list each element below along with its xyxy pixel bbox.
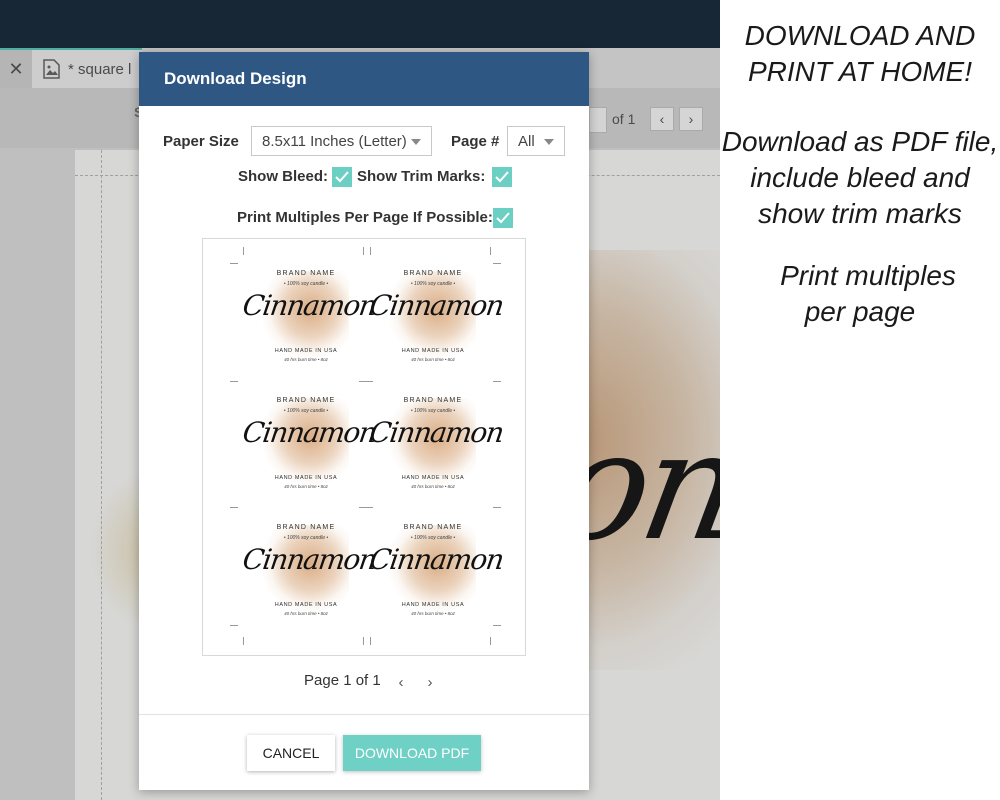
checkmark-icon <box>496 212 510 224</box>
label-made-in: HAND MADE IN USA <box>401 602 465 608</box>
paper-size-value: 8.5x11 Inches (Letter) <box>262 132 407 150</box>
trim-mark <box>493 263 501 264</box>
label-product-name: Cinnamon <box>367 289 505 322</box>
chevron-right-icon[interactable]: › <box>421 672 439 692</box>
label-burn-time: 40 hrs burn time • 8oz <box>411 611 455 616</box>
page-number-value: All <box>518 132 535 150</box>
show-trim-marks-label: Show Trim Marks: <box>357 168 486 185</box>
label-soy-note: • 100% soy candle • <box>410 535 456 541</box>
label-product-name: Cinnamon <box>240 416 378 449</box>
label-soy-note: • 100% soy candle • <box>283 408 329 414</box>
label-product-name: Cinnamon <box>367 416 505 449</box>
trim-mark <box>493 625 501 626</box>
label-made-in: HAND MADE IN USA <box>274 348 338 354</box>
promo-line: PRINT AT HOME! <box>748 56 972 87</box>
checkmark-icon <box>495 171 509 183</box>
page-number-label: Page # <box>451 133 500 150</box>
label-brand-name: BRAND NAME <box>276 397 336 404</box>
label-brand-name: BRAND NAME <box>276 270 336 277</box>
label-product-name: Cinnamon <box>367 543 505 576</box>
trim-mark <box>230 507 238 508</box>
promo-line: Download as PDF file, <box>721 126 999 157</box>
trim-mark <box>359 507 373 508</box>
label-soy-note: • 100% soy candle • <box>410 408 456 414</box>
page-number-select[interactable]: All <box>507 126 565 156</box>
promo-panel: DOWNLOAD AND PRINT AT HOME! Download as … <box>720 0 1000 800</box>
label-brand-name: BRAND NAME <box>276 524 336 531</box>
trim-mark <box>230 263 238 264</box>
preview-page-label: Page 1 of 1 <box>304 672 381 689</box>
promo-line: show trim marks <box>758 198 962 229</box>
label-thumbnail: BRAND NAME • 100% soy candle • Cinnamon HAN… <box>367 507 505 633</box>
show-bleed-label: Show Bleed: <box>238 168 329 185</box>
preview-pager: Page 1 of 1 ‹ › <box>139 672 589 694</box>
trim-mark <box>490 637 491 645</box>
label-brand-name: BRAND NAME <box>403 397 463 404</box>
promo-line: DOWNLOAD AND <box>744 20 976 51</box>
label-burn-time: 40 hrs burn time • 8oz <box>411 357 455 362</box>
label-made-in: HAND MADE IN USA <box>274 475 338 481</box>
trim-mark <box>363 247 364 255</box>
label-product-name: Cinnamon <box>240 543 378 576</box>
show-trim-marks-checkbox[interactable] <box>492 167 512 187</box>
label-burn-time: 40 hrs burn time • 8oz <box>411 484 455 489</box>
dialog-footer-divider <box>139 714 589 715</box>
print-preview: BRAND NAME • 100% soy candle • Cinnamon HAN… <box>202 238 526 656</box>
trim-mark <box>493 507 501 508</box>
chevron-left-icon[interactable]: ‹ <box>392 672 410 692</box>
show-bleed-checkbox[interactable] <box>332 167 352 187</box>
download-design-dialog: Download Design Paper Size 8.5x11 Inches… <box>139 52 589 790</box>
dropdown-caret-icon <box>411 139 421 145</box>
paper-size-label: Paper Size <box>163 133 239 150</box>
trim-mark <box>490 247 491 255</box>
label-made-in: HAND MADE IN USA <box>401 348 465 354</box>
label-made-in: HAND MADE IN USA <box>401 475 465 481</box>
dropdown-caret-icon <box>544 139 554 145</box>
promo-line: per page <box>804 296 916 327</box>
cancel-button[interactable]: CANCEL <box>247 735 335 771</box>
label-thumbnail: BRAND NAME • 100% soy candle • Cinnamon HAN… <box>240 253 378 379</box>
trim-mark <box>370 247 371 255</box>
promo-line: include bleed and <box>750 162 970 193</box>
label-soy-note: • 100% soy candle • <box>283 535 329 541</box>
label-thumbnail: BRAND NAME • 100% soy candle • Cinnamon HAN… <box>240 380 378 506</box>
checkmark-icon <box>335 171 349 183</box>
label-soy-note: • 100% soy candle • <box>283 281 329 287</box>
trim-mark <box>230 381 238 382</box>
label-made-in: HAND MADE IN USA <box>274 602 338 608</box>
promo-line: Print multiples <box>780 260 956 291</box>
trim-mark <box>363 637 364 645</box>
trim-mark <box>230 625 238 626</box>
trim-mark <box>243 637 244 645</box>
label-soy-note: • 100% soy candle • <box>410 281 456 287</box>
print-multiples-label: Print Multiples Per Page If Possible: <box>237 209 493 226</box>
label-brand-name: BRAND NAME <box>403 524 463 531</box>
trim-mark <box>370 637 371 645</box>
dialog-title: Download Design <box>164 69 307 88</box>
print-multiples-checkbox[interactable] <box>493 208 513 228</box>
label-burn-time: 40 hrs burn time • 8oz <box>284 357 328 362</box>
label-thumbnail: BRAND NAME • 100% soy candle • Cinnamon HAN… <box>367 380 505 506</box>
label-product-name: Cinnamon <box>240 289 378 322</box>
trim-mark <box>359 381 373 382</box>
trim-mark <box>243 247 244 255</box>
label-burn-time: 40 hrs burn time • 8oz <box>284 611 328 616</box>
dialog-header: Download Design <box>139 52 589 106</box>
label-brand-name: BRAND NAME <box>403 270 463 277</box>
label-thumbnail: BRAND NAME • 100% soy candle • Cinnamon HAN… <box>367 253 505 379</box>
trim-mark <box>493 381 501 382</box>
download-pdf-button[interactable]: DOWNLOAD PDF <box>343 735 481 771</box>
paper-size-select[interactable]: 8.5x11 Inches (Letter) <box>251 126 432 156</box>
label-burn-time: 40 hrs burn time • 8oz <box>284 484 328 489</box>
label-thumbnail: BRAND NAME • 100% soy candle • Cinnamon HAN… <box>240 507 378 633</box>
